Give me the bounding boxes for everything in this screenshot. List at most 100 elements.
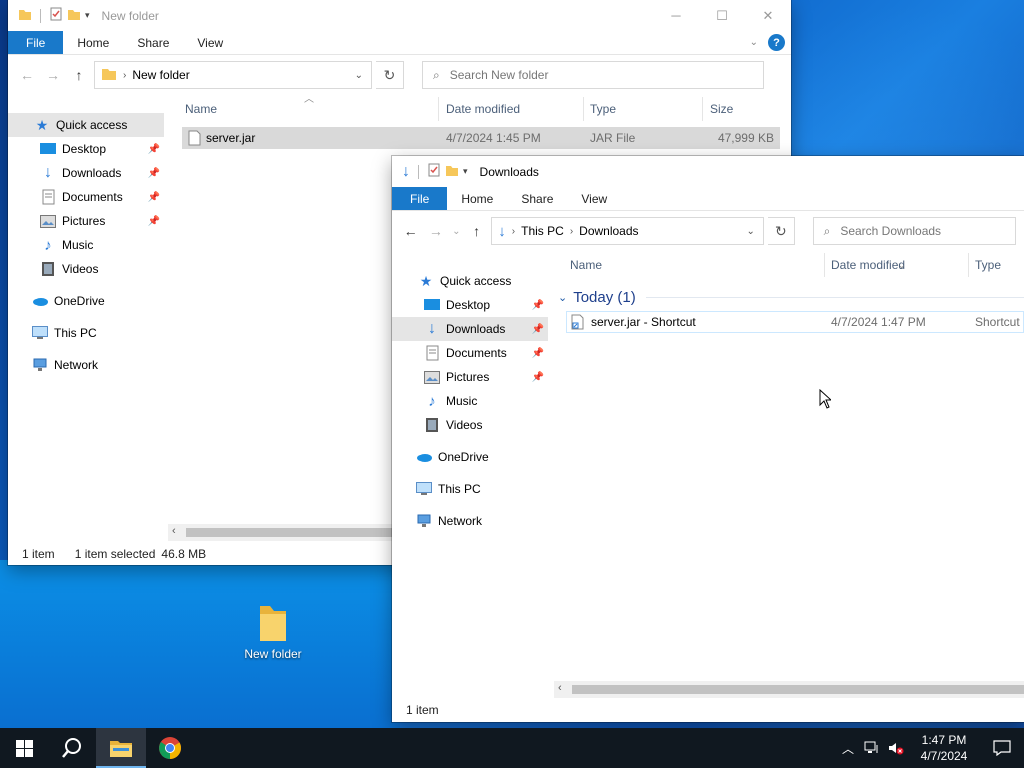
tab-share[interactable]: Share: [507, 187, 567, 210]
recent-locations-icon[interactable]: ⌄: [450, 220, 462, 242]
clock[interactable]: 1:47 PM 4/7/2024: [908, 732, 980, 764]
desktop-icon-new-folder[interactable]: New folder: [236, 602, 310, 661]
film-icon: [424, 417, 440, 433]
address-bar[interactable]: ↓ › This PC › Downloads ⌄: [491, 217, 764, 245]
column-header-size[interactable]: Size: [710, 97, 733, 121]
column-header-date[interactable]: Date modified: [446, 97, 520, 121]
taskbar-file-explorer[interactable]: [96, 728, 146, 768]
nav-pictures[interactable]: Pictures 📌: [392, 365, 548, 389]
nav-network[interactable]: Network: [392, 509, 548, 533]
nav-downloads[interactable]: ↓ Downloads 📌: [392, 317, 548, 341]
help-button[interactable]: ?: [768, 34, 785, 51]
scroll-left-icon[interactable]: ‹: [558, 682, 562, 694]
nav-videos[interactable]: Videos: [8, 257, 164, 281]
pin-icon[interactable]: 📌: [148, 144, 160, 155]
column-header-name[interactable]: Name: [570, 253, 602, 277]
tab-view[interactable]: View: [567, 187, 621, 210]
properties-icon[interactable]: [49, 7, 63, 24]
desktop-icon: [424, 297, 440, 313]
desktop-icon: [40, 141, 56, 157]
nav-quick-access[interactable]: ★ Quick access: [392, 269, 548, 293]
nav-pictures[interactable]: Pictures 📌: [8, 209, 164, 233]
chevron-down-icon[interactable]: ⌄: [355, 70, 363, 81]
new-folder-icon[interactable]: [445, 163, 459, 180]
up-button[interactable]: ↑: [68, 64, 90, 86]
tab-file[interactable]: File: [392, 187, 448, 210]
scrollbar-thumb[interactable]: [572, 685, 1024, 694]
shortcut-icon: [571, 314, 585, 333]
scroll-left-icon[interactable]: ‹: [172, 525, 176, 537]
column-header-name[interactable]: Name: [185, 97, 217, 121]
network-icon: [416, 513, 432, 529]
tab-file[interactable]: File: [8, 31, 64, 54]
nav-music[interactable]: ♪ Music: [8, 233, 164, 257]
column-header-date[interactable]: Date modified: [831, 253, 905, 277]
address-segment-downloads[interactable]: Downloads: [579, 224, 638, 238]
notification-button[interactable]: [980, 728, 1024, 768]
search-button[interactable]: [48, 728, 96, 768]
nav-onedrive[interactable]: OneDrive: [392, 445, 548, 469]
forward-button[interactable]: →: [425, 220, 446, 242]
nav-documents[interactable]: Documents 📌: [392, 341, 548, 365]
forward-button[interactable]: →: [42, 64, 64, 86]
show-hidden-icons-icon[interactable]: ︿: [836, 728, 860, 768]
nav-desktop[interactable]: Desktop 📌: [8, 137, 164, 161]
nav-network[interactable]: Network: [8, 353, 164, 377]
close-button[interactable]: ✕: [745, 0, 791, 31]
pin-icon[interactable]: 📌: [148, 192, 160, 203]
minimize-button[interactable]: ─: [653, 0, 699, 31]
address-segment-this-pc[interactable]: This PC: [521, 224, 564, 238]
nav-label: Quick access: [440, 274, 512, 288]
nav-documents[interactable]: Documents 📌: [8, 185, 164, 209]
chevron-down-icon[interactable]: ⌄: [747, 226, 755, 237]
horizontal-scrollbar[interactable]: ‹: [554, 681, 1024, 698]
address-bar[interactable]: › New folder ⌄: [94, 61, 372, 89]
search-input[interactable]: ⌕ Search Downloads: [812, 217, 1017, 245]
pin-icon[interactable]: 📌: [148, 216, 160, 227]
computer-icon: [32, 325, 48, 341]
up-button[interactable]: ↑: [466, 220, 487, 242]
maximize-button[interactable]: ☐: [699, 0, 745, 31]
nav-downloads[interactable]: ↓ Downloads 📌: [8, 161, 164, 185]
taskbar-chrome[interactable]: [146, 728, 194, 768]
pin-icon[interactable]: 📌: [532, 348, 544, 359]
tab-home[interactable]: Home: [63, 31, 123, 54]
group-header[interactable]: ⌄ Today (1): [558, 287, 1024, 307]
pin-icon[interactable]: 📌: [532, 324, 544, 335]
pin-icon[interactable]: 📌: [148, 168, 160, 179]
table-row[interactable]: server.jar - Shortcut 4/7/2024 1:47 PM S…: [566, 311, 1024, 333]
nav-quick-access[interactable]: ★ Quick access: [8, 113, 164, 137]
nav-this-pc[interactable]: This PC: [392, 477, 548, 501]
new-folder-icon[interactable]: [67, 7, 81, 24]
nav-music[interactable]: ♪ Music: [392, 389, 548, 413]
nav-this-pc[interactable]: This PC: [8, 321, 164, 345]
expand-ribbon-icon[interactable]: ⌄: [750, 37, 758, 48]
nav-onedrive[interactable]: OneDrive: [8, 289, 164, 313]
address-segment[interactable]: New folder: [132, 68, 189, 82]
back-button[interactable]: ←: [16, 64, 38, 86]
properties-icon[interactable]: [427, 163, 441, 180]
nav-label: Pictures: [446, 370, 490, 384]
tab-share[interactable]: Share: [123, 31, 183, 54]
pin-icon[interactable]: 📌: [532, 372, 544, 383]
table-row[interactable]: server.jar 4/7/2024 1:45 PM JAR File 47,…: [182, 127, 780, 149]
column-header-type[interactable]: Type: [590, 97, 616, 121]
tab-view[interactable]: View: [183, 31, 237, 54]
nav-videos[interactable]: Videos: [392, 413, 548, 437]
search-input[interactable]: ⌕ Search New folder: [422, 61, 764, 89]
pin-icon[interactable]: 📌: [532, 300, 544, 311]
tab-home[interactable]: Home: [447, 187, 507, 210]
title-bar[interactable]: ↓ ▾ Downloads: [392, 156, 1024, 187]
column-dropdown-icon[interactable]: ⌄: [898, 260, 906, 271]
customize-qa-icon[interactable]: ▾: [463, 166, 468, 177]
customize-qa-icon[interactable]: ▾: [85, 10, 90, 21]
back-button[interactable]: ←: [400, 220, 421, 242]
start-button[interactable]: [0, 728, 48, 768]
nav-desktop[interactable]: Desktop 📌: [392, 293, 548, 317]
network-tray-icon[interactable]: [860, 728, 884, 768]
volume-muted-icon[interactable]: [884, 728, 908, 768]
column-header-type[interactable]: Type: [975, 253, 1001, 277]
title-bar[interactable]: ▾ New folder ─ ☐ ✕: [8, 0, 791, 31]
refresh-button[interactable]: ↻: [376, 61, 404, 89]
refresh-button[interactable]: ↻: [767, 217, 795, 245]
